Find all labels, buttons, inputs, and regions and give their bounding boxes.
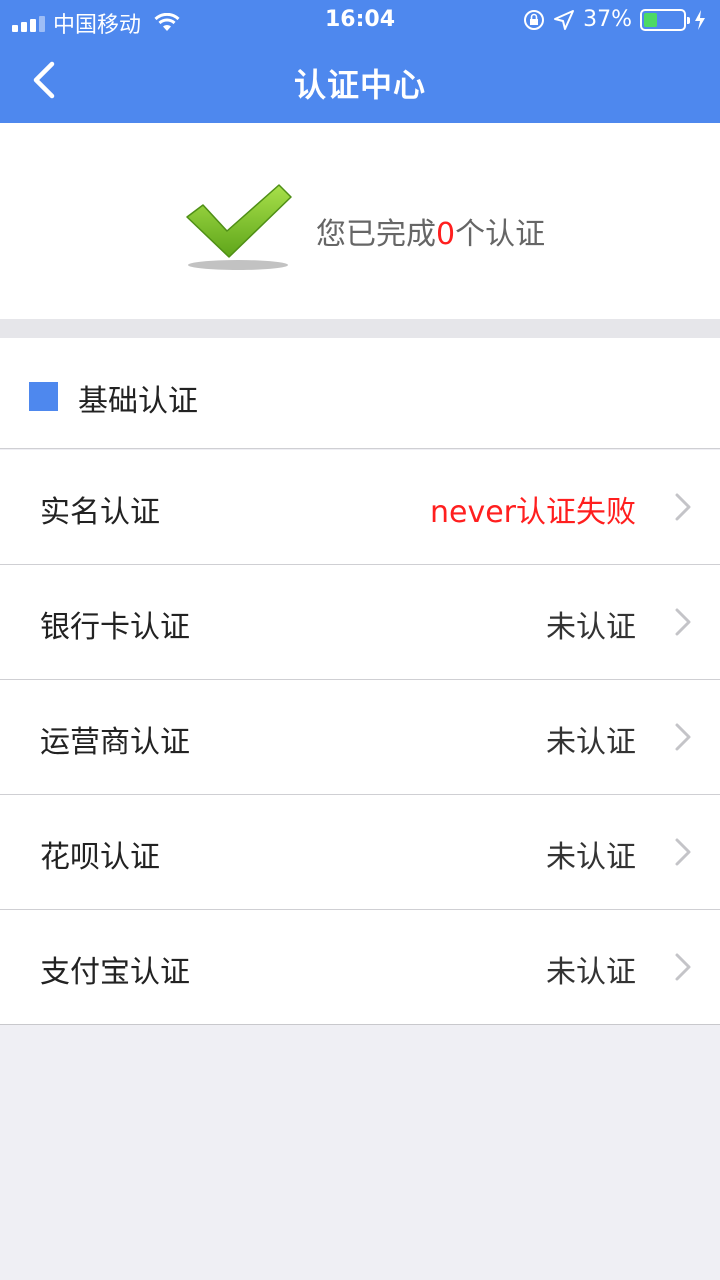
chevron-right-icon (675, 723, 691, 751)
item-label: 运营商认证 (40, 725, 190, 760)
completion-summary: 您已完成0个认证 (316, 209, 545, 253)
completed-count: 0 (436, 217, 456, 252)
nav-bar: 认证中心 (0, 40, 720, 123)
chevron-right-icon (675, 608, 691, 636)
section-marker (29, 382, 58, 411)
item-label: 支付宝认证 (40, 955, 190, 990)
battery-icon (640, 8, 690, 31)
summary-prefix: 您已完成 (316, 217, 436, 252)
rotation-lock-icon (524, 9, 545, 30)
item-label: 花呗认证 (40, 840, 160, 875)
page-title: 认证中心 (293, 66, 426, 104)
chevron-right-icon (675, 953, 691, 981)
status-bar: 中国移动 16:04 37% (0, 0, 720, 40)
item-status: 未认证 (546, 955, 636, 990)
top-header: 中国移动 16:04 37% 认证中心 (0, 0, 720, 123)
location-arrow-icon (554, 9, 575, 30)
list-item-alipay[interactable]: 支付宝认证 未认证 (0, 910, 720, 1025)
battery-percent: 37% (583, 7, 632, 32)
item-label: 实名认证 (40, 495, 160, 530)
chevron-right-icon (675, 838, 691, 866)
verification-list: 实名认证 never认证失败 银行卡认证 未认证 运营商认证 未认证 花呗认证 … (0, 450, 720, 1025)
section-header: 基础认证 (0, 338, 720, 449)
item-status: 未认证 (546, 840, 636, 875)
item-status: never认证失败 (429, 495, 636, 530)
section-divider (0, 319, 720, 338)
list-item-bank-card[interactable]: 银行卡认证 未认证 (0, 565, 720, 680)
charging-bolt-icon (695, 9, 705, 30)
item-label: 银行卡认证 (40, 610, 190, 645)
chevron-right-icon (675, 493, 691, 521)
summary-suffix: 个认证 (455, 217, 546, 252)
summary-panel: 您已完成0个认证 (0, 123, 720, 319)
section-title: 基础认证 (78, 384, 198, 419)
item-status: 未认证 (546, 610, 636, 645)
list-item-huabei[interactable]: 花呗认证 未认证 (0, 795, 720, 910)
list-item-carrier[interactable]: 运营商认证 未认证 (0, 680, 720, 795)
list-item-real-name[interactable]: 实名认证 never认证失败 (0, 450, 720, 565)
checkmark-icon (186, 184, 292, 270)
item-status: 未认证 (546, 725, 636, 760)
